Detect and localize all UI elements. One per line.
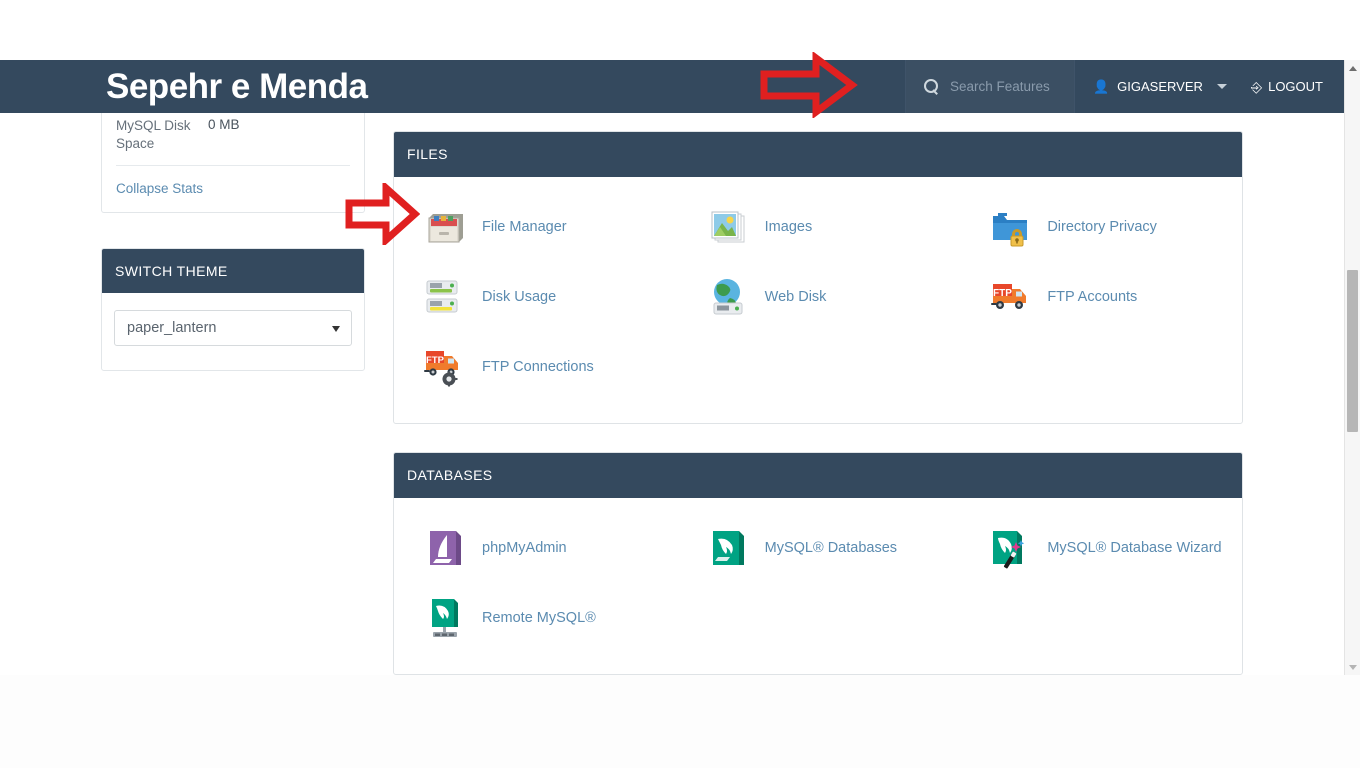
stat-row: MySQL Disk Space 0 MB xyxy=(116,113,350,165)
tile-label: Disk Usage xyxy=(482,289,557,306)
tile-ftp-connections[interactable]: FTP FTP Connections xyxy=(394,333,677,403)
tile-label: FTP Connections xyxy=(482,359,594,376)
section-body-files: File Manager Images Directory Privacy Di… xyxy=(394,177,1242,423)
phpmyadmin-icon xyxy=(421,525,469,573)
tile-label: MySQL® Databases xyxy=(764,540,898,557)
switch-theme-panel: SWITCH THEME paper_lantern xyxy=(101,248,365,372)
tile-file-manager[interactable]: File Manager xyxy=(394,193,677,263)
header-right-group: 👤 GIGASERVER ⎆ LOGOUT xyxy=(904,60,1345,113)
mysql-wizard-icon xyxy=(986,525,1034,573)
below-viewport-blank xyxy=(0,675,1360,768)
directory-privacy-icon xyxy=(986,204,1034,252)
top-blank-area xyxy=(0,0,1360,60)
tile-web-disk[interactable]: Web Disk xyxy=(677,263,960,333)
vertical-scrollbar[interactable] xyxy=(1344,60,1360,675)
tile-disk-usage[interactable]: Disk Usage xyxy=(394,263,677,333)
tile-label: MySQL® Database Wizard xyxy=(1047,540,1222,557)
search-box[interactable] xyxy=(904,60,1075,113)
scroll-down-icon xyxy=(1348,664,1357,670)
switch-theme-body: paper_lantern xyxy=(102,293,364,370)
scroll-up-icon xyxy=(1348,65,1357,71)
stat-label: MySQL Disk Space xyxy=(116,118,191,152)
remote-mysql-icon xyxy=(421,595,469,643)
sidebar: MySQL Disk Space 0 MB Collapse Stats SWI… xyxy=(101,113,365,372)
search-icon xyxy=(923,79,939,94)
tile-label: phpMyAdmin xyxy=(482,540,567,557)
search-input[interactable] xyxy=(949,79,1070,94)
mysql-databases-icon xyxy=(704,525,752,573)
browser-viewport: Sepehr e Menda 👤 GIGASERVER ⎆ LOGOUT MyS… xyxy=(0,0,1360,768)
images-icon xyxy=(704,204,752,252)
scrollbar-thumb[interactable] xyxy=(1347,270,1358,432)
chevron-down-icon xyxy=(1216,84,1227,89)
collapse-stats-link[interactable]: Collapse Stats xyxy=(116,166,350,212)
file-manager-icon xyxy=(421,204,469,252)
tile-label: Images xyxy=(764,219,813,236)
ftp-accounts-icon: FTP xyxy=(986,274,1034,322)
tile-mysql-database-wizard[interactable]: MySQL® Database Wizard xyxy=(959,514,1242,584)
section-title-files: FILES xyxy=(394,132,1242,177)
tile-mysql-databases[interactable]: MySQL® Databases xyxy=(677,514,960,584)
tile-remote-mysql[interactable]: Remote MySQL® xyxy=(394,584,677,654)
power-icon: ⎆ xyxy=(1250,78,1263,95)
tile-ftp-accounts[interactable]: FTP FTP Accounts xyxy=(959,263,1242,333)
theme-select[interactable]: paper_lantern xyxy=(114,310,352,347)
stats-card: MySQL Disk Space 0 MB Collapse Stats xyxy=(101,113,365,214)
switch-theme-title: SWITCH THEME xyxy=(102,249,364,294)
tile-label: Remote MySQL® xyxy=(482,610,596,627)
tile-phpmyadmin[interactable]: phpMyAdmin xyxy=(394,514,677,584)
user-menu-label: GIGASERVER xyxy=(1117,79,1203,94)
app-header: Sepehr e Menda 👤 GIGASERVER ⎆ LOGOUT xyxy=(0,60,1345,113)
logout-label: LOGOUT xyxy=(1268,79,1323,94)
tile-label: FTP Accounts xyxy=(1047,289,1138,306)
tile-label: Directory Privacy xyxy=(1047,219,1157,236)
section-body-databases: phpMyAdmin MySQL® Databases MySQL® Datab… xyxy=(394,498,1242,674)
ftp-connections-icon: FTP xyxy=(421,344,469,392)
section-files: FILES File Manager Images Directory Priv… xyxy=(393,131,1243,424)
main-content: FILES File Manager Images Directory Priv… xyxy=(393,131,1243,768)
theme-select-value: paper_lantern xyxy=(127,320,217,337)
section-title-databases: DATABASES xyxy=(394,453,1242,498)
scroll-up-button[interactable] xyxy=(1345,60,1360,76)
section-databases: DATABASES phpMyAdmin MySQL® Databases My… xyxy=(393,452,1243,675)
tile-images[interactable]: Images xyxy=(677,193,960,263)
page-title: Sepehr e Menda xyxy=(106,67,368,106)
tile-label: Web Disk xyxy=(764,289,827,306)
web-disk-icon xyxy=(704,274,752,322)
scroll-down-button[interactable] xyxy=(1345,659,1360,675)
tile-label: File Manager xyxy=(482,219,567,236)
stat-value: 0 MB xyxy=(208,117,240,132)
logout-button[interactable]: ⎆ LOGOUT xyxy=(1243,60,1345,113)
user-menu-button[interactable]: 👤 GIGASERVER xyxy=(1075,60,1243,113)
disk-usage-icon xyxy=(421,274,469,322)
chevron-down-icon xyxy=(332,326,340,333)
tile-directory-privacy[interactable]: Directory Privacy xyxy=(959,193,1242,263)
user-icon: 👤 xyxy=(1092,79,1110,94)
